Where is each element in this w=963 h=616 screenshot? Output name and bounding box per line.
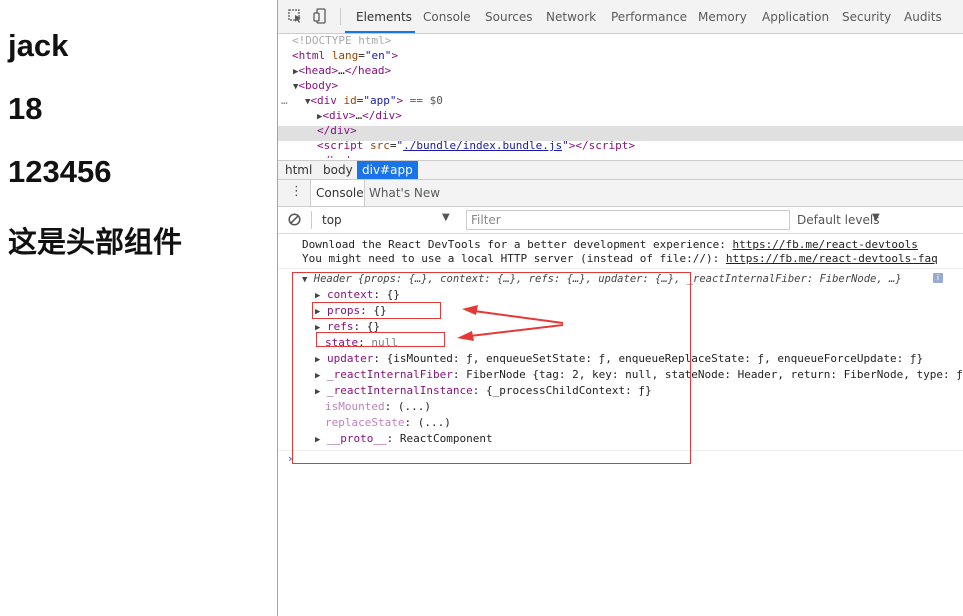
annotation-arrowhead	[457, 331, 474, 341]
annotation-arrowhead	[462, 305, 478, 315]
annotation-arrows	[457, 305, 564, 341]
annotation-arrow-state	[469, 324, 564, 337]
annotation-arrow-props	[473, 310, 564, 324]
